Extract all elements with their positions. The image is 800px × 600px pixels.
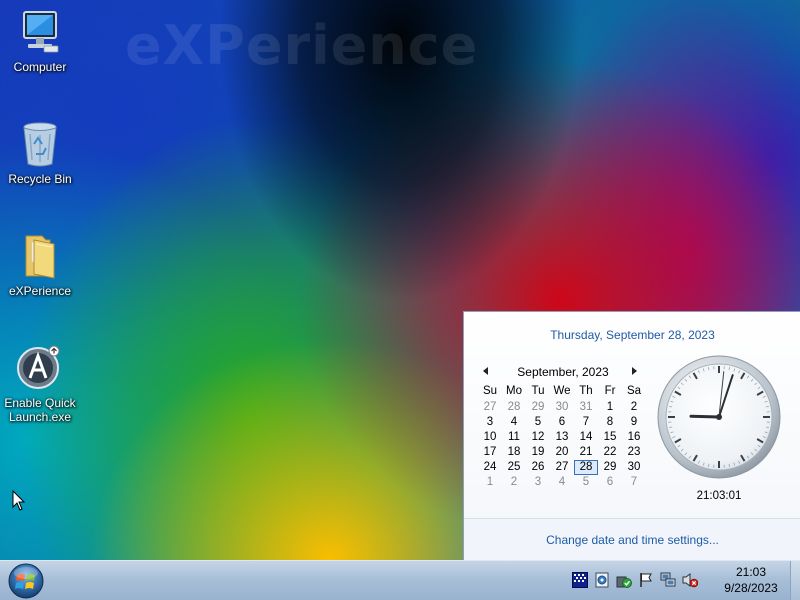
clock-hour-hand [689, 414, 721, 419]
calendar-day[interactable]: 22 [598, 445, 622, 460]
calendar-grid: Su Mo Tu We Th Fr Sa 27 28 29 30 31 1 2 … [478, 385, 646, 490]
calendar-day[interactable]: 15 [598, 430, 622, 445]
calendar-day[interactable]: 7 [574, 415, 598, 430]
computer-icon [16, 8, 64, 56]
calendar-day[interactable]: 29 [526, 400, 550, 415]
calendar-day[interactable]: 13 [550, 430, 574, 445]
calendar-day[interactable]: 4 [550, 475, 574, 490]
change-date-time-settings-link[interactable]: Change date and time settings... [464, 533, 800, 547]
popup-footer: Change date and time settings... [464, 518, 800, 561]
calendar-day[interactable]: 6 [598, 475, 622, 490]
network-tray-icon[interactable] [594, 572, 610, 588]
calendar-day[interactable]: 20 [550, 445, 574, 460]
calendar-day[interactable]: 26 [526, 460, 550, 475]
calendar-day[interactable]: 9 [622, 415, 646, 430]
weekday-label: Fr [604, 385, 616, 397]
calendar-day[interactable]: 7 [622, 475, 646, 490]
calendar-day[interactable]: 19 [526, 445, 550, 460]
calendar-header: September, 2023 [478, 363, 648, 381]
calendar-day[interactable]: 25 [502, 460, 526, 475]
taskbar-date: 9/28/2023 [724, 581, 778, 595]
calendar-day[interactable]: 10 [478, 430, 502, 445]
desktop-watermark: eXPerience [125, 14, 479, 77]
digital-time: 21:03:01 [696, 490, 742, 502]
clock-calendar-popup: Thursday, September 28, 2023 September, … [463, 311, 800, 561]
weekday-label: Sa [626, 385, 642, 397]
weekday-label: Su [482, 385, 498, 397]
calendar-day[interactable]: 18 [502, 445, 526, 460]
show-desktop-button[interactable] [790, 561, 800, 600]
calendar-day[interactable]: 31 [574, 400, 598, 415]
calendar-day[interactable]: 28 [502, 400, 526, 415]
desktop-icon-label: Enable Quick Launch.exe [4, 396, 76, 424]
desktop-icon-computer[interactable]: Computer [0, 8, 80, 74]
calendar-day[interactable]: 6 [550, 415, 574, 430]
desktop-icon-enable-quick-launch[interactable]: Enable Quick Launch.exe [0, 344, 80, 424]
calendar-day[interactable]: 27 [478, 400, 502, 415]
calendar-day[interactable]: 14 [574, 430, 598, 445]
desktop-icon-recycle-bin[interactable]: Recycle Bin [0, 120, 80, 186]
app-exe-icon [16, 344, 64, 392]
windows-orb-icon[interactable] [6, 562, 46, 600]
weekday-label: We [553, 385, 571, 397]
calendar-day[interactable]: 24 [478, 460, 502, 475]
calendar-day[interactable]: 27 [550, 460, 574, 475]
desktop-icon-experience-folder[interactable]: eXPerience [0, 232, 80, 298]
calendar-day[interactable]: 21 [574, 445, 598, 460]
calendar-day[interactable]: 5 [526, 415, 550, 430]
taskbar-clock[interactable]: 21:03 9/28/2023 [716, 564, 786, 596]
calendar-day[interactable]: 16 [622, 430, 646, 445]
calendar-day-today[interactable]: 28 [574, 460, 598, 475]
network-icon[interactable] [660, 572, 676, 588]
calendar-day[interactable]: 29 [598, 460, 622, 475]
analog-clock [657, 355, 781, 479]
calendar-month-title[interactable]: September, 2023 [478, 365, 648, 379]
display-icon[interactable] [572, 572, 588, 588]
calendar-day[interactable]: 23 [622, 445, 646, 460]
recycle-bin-icon [16, 120, 64, 168]
weekday-label: Th [579, 385, 593, 397]
calendar-day[interactable]: 30 [550, 400, 574, 415]
calendar-next-month-icon[interactable] [630, 365, 640, 377]
desktop-icon-label: eXPerience [8, 284, 72, 298]
weekday-label: Mo [506, 385, 522, 397]
mouse-cursor-icon [12, 490, 26, 511]
weekday-label: Tu [531, 385, 545, 397]
calendar-day[interactable]: 2 [622, 400, 646, 415]
calendar-day[interactable]: 17 [478, 445, 502, 460]
calendar-day[interactable]: 4 [502, 415, 526, 430]
desktop-icon-label: Recycle Bin [8, 172, 72, 186]
system-tray [572, 569, 698, 593]
calendar-day[interactable]: 2 [502, 475, 526, 490]
flag-icon[interactable] [638, 572, 654, 588]
calendar-day[interactable]: 8 [598, 415, 622, 430]
calendar-day[interactable]: 1 [478, 475, 502, 490]
calendar-day[interactable]: 1 [598, 400, 622, 415]
security-shield-icon[interactable] [616, 572, 632, 588]
calendar-day[interactable]: 5 [574, 475, 598, 490]
taskbar-time: 21:03 [735, 565, 767, 579]
desktop-icon-label: Computer [13, 60, 67, 74]
volume-muted-icon[interactable] [682, 572, 698, 588]
calendar-day[interactable]: 3 [526, 475, 550, 490]
folder-icon [16, 232, 64, 280]
long-date-header[interactable]: Thursday, September 28, 2023 [464, 328, 800, 342]
calendar-day[interactable]: 11 [502, 430, 526, 445]
calendar-day[interactable]: 30 [622, 460, 646, 475]
calendar-day[interactable]: 12 [526, 430, 550, 445]
calendar-day[interactable]: 3 [478, 415, 502, 430]
taskbar: 21:03 9/28/2023 [0, 560, 800, 600]
